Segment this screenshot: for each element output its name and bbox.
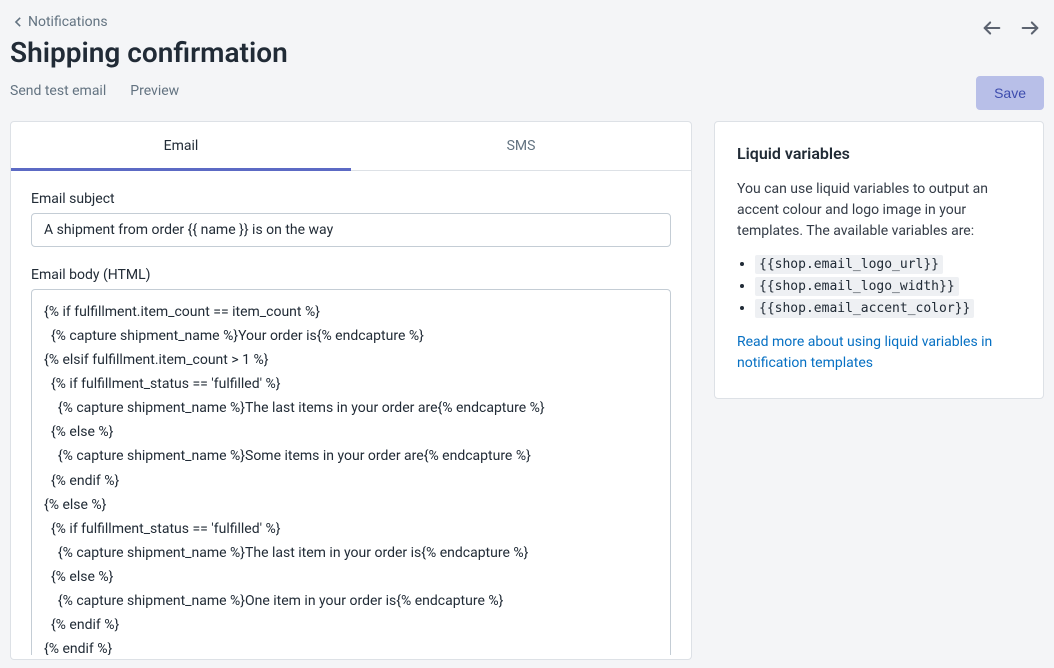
sidebar-title: Liquid variables — [737, 144, 1021, 163]
nav-next-button[interactable] — [1016, 14, 1044, 42]
email-body-textarea[interactable] — [31, 289, 671, 655]
tab-sms[interactable]: SMS — [351, 122, 691, 171]
email-subject-label: Email subject — [31, 191, 671, 207]
variable-list: {{shop.email_logo_url}} {{shop.email_log… — [737, 256, 1021, 316]
list-item: {{shop.email_accent_color}} — [755, 300, 1021, 316]
arrow-right-icon — [1019, 17, 1041, 39]
list-item: {{shop.email_logo_width}} — [755, 278, 1021, 294]
list-item: {{shop.email_logo_url}} — [755, 256, 1021, 272]
liquid-variables-card: Liquid variables You can use liquid vari… — [714, 121, 1044, 399]
page-title: Shipping confirmation — [10, 36, 976, 69]
liquid-variable-code: {{shop.email_logo_url}} — [755, 255, 943, 274]
preview-link[interactable]: Preview — [130, 83, 179, 99]
breadcrumb-back[interactable]: Notifications — [10, 14, 108, 30]
sidebar-description: You can use liquid variables to output a… — [737, 179, 1021, 242]
email-subject-input[interactable] — [31, 213, 671, 247]
arrow-left-icon — [981, 17, 1003, 39]
email-body-label: Email body (HTML) — [31, 267, 671, 283]
read-more-link[interactable]: Read more about using liquid variables i… — [737, 334, 992, 371]
breadcrumb-label: Notifications — [28, 14, 108, 30]
tab-email[interactable]: Email — [11, 122, 351, 171]
nav-prev-button[interactable] — [978, 14, 1006, 42]
template-editor-card: Email SMS Email subject Email body (HTML… — [10, 121, 692, 660]
liquid-variable-code: {{shop.email_logo_width}} — [755, 277, 959, 296]
chevron-left-icon — [10, 14, 26, 30]
save-button[interactable]: Save — [976, 76, 1044, 110]
liquid-variable-code: {{shop.email_accent_color}} — [755, 299, 974, 318]
send-test-email-link[interactable]: Send test email — [10, 83, 106, 99]
